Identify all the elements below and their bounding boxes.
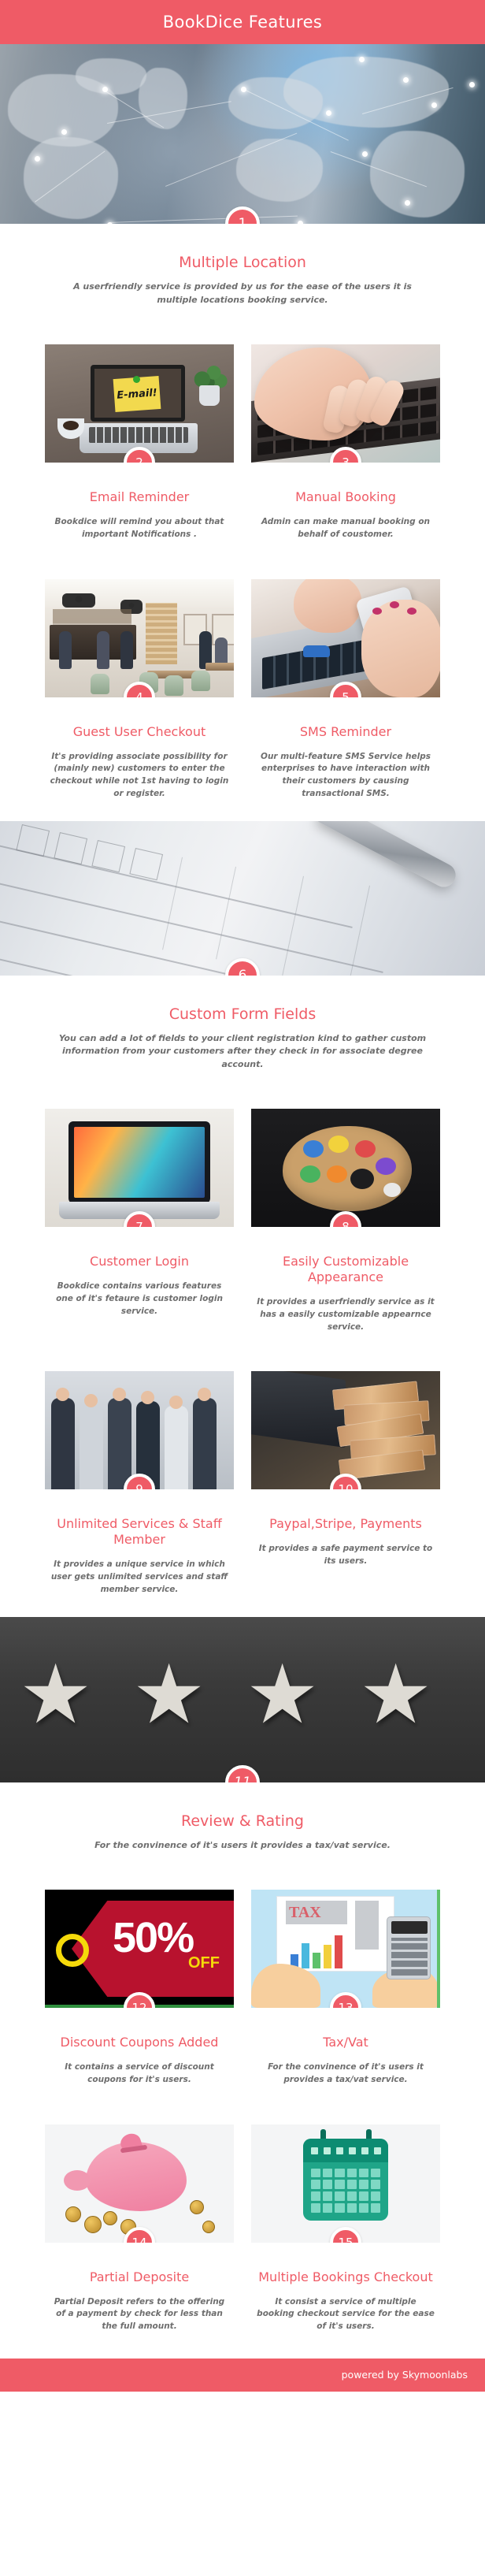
infographic-page: BookDice Features 1 Multiple Location A … — [0, 0, 485, 2392]
card-image-wrap: 5 — [251, 578, 440, 697]
card-image-wrap: 9 — [45, 1371, 234, 1490]
feature-card-partial-deposite[interactable]: 14 Partial Deposite Partial Deposit refe… — [45, 2124, 234, 2333]
star-icon: ★ — [19, 1645, 93, 1742]
image-paint-palette-with-colors — [251, 1109, 440, 1227]
banner-star-rating: ★ ★ ★ ★ 11 — [0, 1616, 485, 1782]
feature-card-multiple-bookings-checkout[interactable]: 15 Multiple Bookings Checkout It consist… — [251, 2124, 440, 2333]
card-desc-unlimited-services: It provides a unique service in which us… — [50, 1559, 228, 1594]
card-image-wrap: 15 — [251, 2124, 440, 2243]
footer-credit: powered by Skymoonlabs — [341, 2369, 468, 2381]
page-title: BookDice Features — [162, 13, 323, 32]
image-money-banknotes-with-laptop — [251, 1371, 440, 1490]
feature-card-sms-reminder[interactable]: 5 SMS Reminder Our multi-feature SMS Ser… — [251, 578, 440, 801]
tax-label: TAX — [289, 1904, 321, 1921]
feature-card-customizable-appearance[interactable]: 8 Easily Customizable Appearance It prov… — [251, 1109, 440, 1333]
card-title-multiple-bookings-checkout: Multiple Bookings Checkout — [258, 2269, 433, 2284]
section-title-custom-form-fields: Custom Form Fields — [168, 1005, 317, 1023]
feature-row-6: 14 Partial Deposite Partial Deposit refe… — [0, 2106, 485, 2354]
card-image-wrap: TAX 13 — [251, 1890, 440, 2008]
card-desc-guest-user-checkout: It's providing associate possibility for… — [50, 751, 229, 798]
section-review-rating: Review & Rating For the convinence of it… — [0, 1782, 485, 1872]
star-rating-image: ★ ★ ★ ★ 11 — [0, 1616, 485, 1782]
card-desc-customizable-appearance: It provides a userfriendly service as it… — [257, 1297, 435, 1332]
feature-card-guest-user-checkout[interactable]: 4 Guest User Checkout It's providing ass… — [45, 578, 234, 801]
card-image-wrap: 4 — [45, 578, 234, 697]
world-map-image: 1 — [0, 44, 485, 224]
image-piggy-bank-with-coins — [45, 2124, 234, 2243]
card-desc-sms-reminder: Our multi-feature SMS Service helps ente… — [261, 751, 431, 798]
section-title-multiple-location: Multiple Location — [179, 254, 306, 271]
page-footer: powered by Skymoonlabs — [0, 2358, 485, 2392]
coupon-off-label: OFF — [188, 1954, 220, 1972]
feature-row-5: 50% OFF 12 Discount Coupons Added It con… — [0, 1872, 485, 2107]
image-hand-typing-on-keyboard — [251, 344, 440, 463]
badge-1: 1 — [225, 206, 260, 224]
card-title-customizable-appearance: Easily Customizable Appearance — [282, 1254, 409, 1284]
card-image-wrap: 10 — [251, 1371, 440, 1490]
card-desc-multiple-bookings-checkout: It consist a service of multiple booking… — [257, 2296, 435, 2332]
image-calendar-icon — [251, 2124, 440, 2243]
card-image-wrap: 8 — [251, 1109, 440, 1227]
card-title-sms-reminder: SMS Reminder — [299, 723, 392, 739]
feature-card-manual-booking[interactable]: 3 Manual Booking Admin can make manual b… — [251, 344, 440, 541]
star-icon: ★ — [132, 1645, 206, 1742]
star-icon: ★ — [359, 1645, 433, 1742]
banner-world-map: 1 — [0, 44, 485, 224]
image-tax-chart-with-calculator: TAX — [251, 1890, 440, 2008]
feature-card-payments[interactable]: 10 Paypal,Stripe, Payments It provides a… — [251, 1371, 440, 1596]
card-image-wrap: 7 — [45, 1109, 234, 1227]
section-desc-custom-form-fields: You can add a lot of fields to your clie… — [58, 1032, 427, 1069]
card-desc-discount-coupons: It contains a service of discount coupon… — [65, 2062, 214, 2084]
card-desc-payments: It provides a safe payment service to it… — [258, 1544, 433, 1566]
section-title-review-rating: Review & Rating — [181, 1812, 304, 1830]
star-icon: ★ — [246, 1645, 320, 1742]
image-hands-holding-phone-over-laptop — [251, 578, 440, 697]
card-image-wrap: 3 — [251, 344, 440, 463]
card-image-wrap: 14 — [45, 2124, 234, 2243]
card-title-tax-vat: Tax/Vat — [323, 2035, 368, 2050]
card-title-partial-deposite: Partial Deposite — [89, 2269, 190, 2284]
section-multiple-location: Multiple Location A userfriendly service… — [0, 224, 485, 327]
card-desc-email-reminder: Bookdice will remind you about that impo… — [54, 517, 224, 539]
feature-card-customer-login[interactable]: 7 Customer Login Bookdice contains vario… — [45, 1109, 234, 1333]
feature-card-discount-coupons[interactable]: 50% OFF 12 Discount Coupons Added It con… — [45, 1890, 234, 2087]
badge-6: 6 — [225, 957, 260, 976]
card-title-customer-login: Customer Login — [90, 1254, 189, 1269]
image-business-team-group-photo — [45, 1371, 234, 1490]
card-desc-partial-deposite: Partial Deposit refers to the offering o… — [54, 2296, 225, 2332]
feature-card-unlimited-services[interactable]: 9 Unlimited Services & Staff Member It p… — [45, 1371, 234, 1596]
banner-form-document: 6 — [0, 820, 485, 976]
coupon-percent-label: 50% — [113, 1914, 194, 1961]
card-image-wrap: 50% OFF 12 — [45, 1890, 234, 2008]
feature-row-4: 9 Unlimited Services & Staff Member It p… — [0, 1354, 485, 1617]
feature-row-3: 7 Customer Login Bookdice contains vario… — [0, 1091, 485, 1355]
feature-card-tax-vat[interactable]: TAX 13 Tax/Vat For the convinence of it'… — [251, 1890, 440, 2087]
card-title-discount-coupons: Discount Coupons Added — [60, 2035, 219, 2050]
card-image-wrap: E-mail! 2 — [45, 344, 234, 463]
feature-row-2: 4 Guest User Checkout It's providing ass… — [0, 561, 485, 821]
card-desc-tax-vat: For the convinence of it's users it prov… — [268, 2062, 424, 2084]
badge-11: 11 — [225, 1764, 260, 1782]
section-custom-form-fields: Custom Form Fields You can add a lot of … — [0, 975, 485, 1091]
card-desc-customer-login: Bookdice contains various features one o… — [56, 1281, 223, 1316]
section-desc-review-rating: For the convinence of it's users it prov… — [94, 1839, 391, 1850]
form-document-image: 6 — [0, 820, 485, 976]
image-restaurant-interior — [45, 578, 234, 697]
image-laptop-with-email-sticky-note: E-mail! — [45, 344, 234, 463]
section-desc-multiple-location: A userfriendly service is provided by us… — [73, 281, 412, 305]
page-header: BookDice Features — [0, 0, 485, 44]
card-title-manual-booking: Manual Booking — [295, 489, 396, 504]
image-laptop-with-colorful-screen — [45, 1109, 234, 1227]
card-title-guest-user-checkout: Guest User Checkout — [72, 723, 206, 739]
card-title-payments: Paypal,Stripe, Payments — [269, 1516, 422, 1532]
card-title-email-reminder: Email Reminder — [89, 489, 190, 504]
feature-card-email-reminder[interactable]: E-mail! 2 Email Reminder Bookdice will r… — [45, 344, 234, 541]
card-desc-manual-booking: Admin can make manual booking on behalf … — [261, 517, 431, 539]
card-title-unlimited-services: Unlimited Services & Staff Member — [57, 1516, 222, 1548]
feature-row-1: E-mail! 2 Email Reminder Bookdice will r… — [0, 327, 485, 562]
image-fifty-percent-off-tag: 50% OFF — [45, 1890, 234, 2008]
